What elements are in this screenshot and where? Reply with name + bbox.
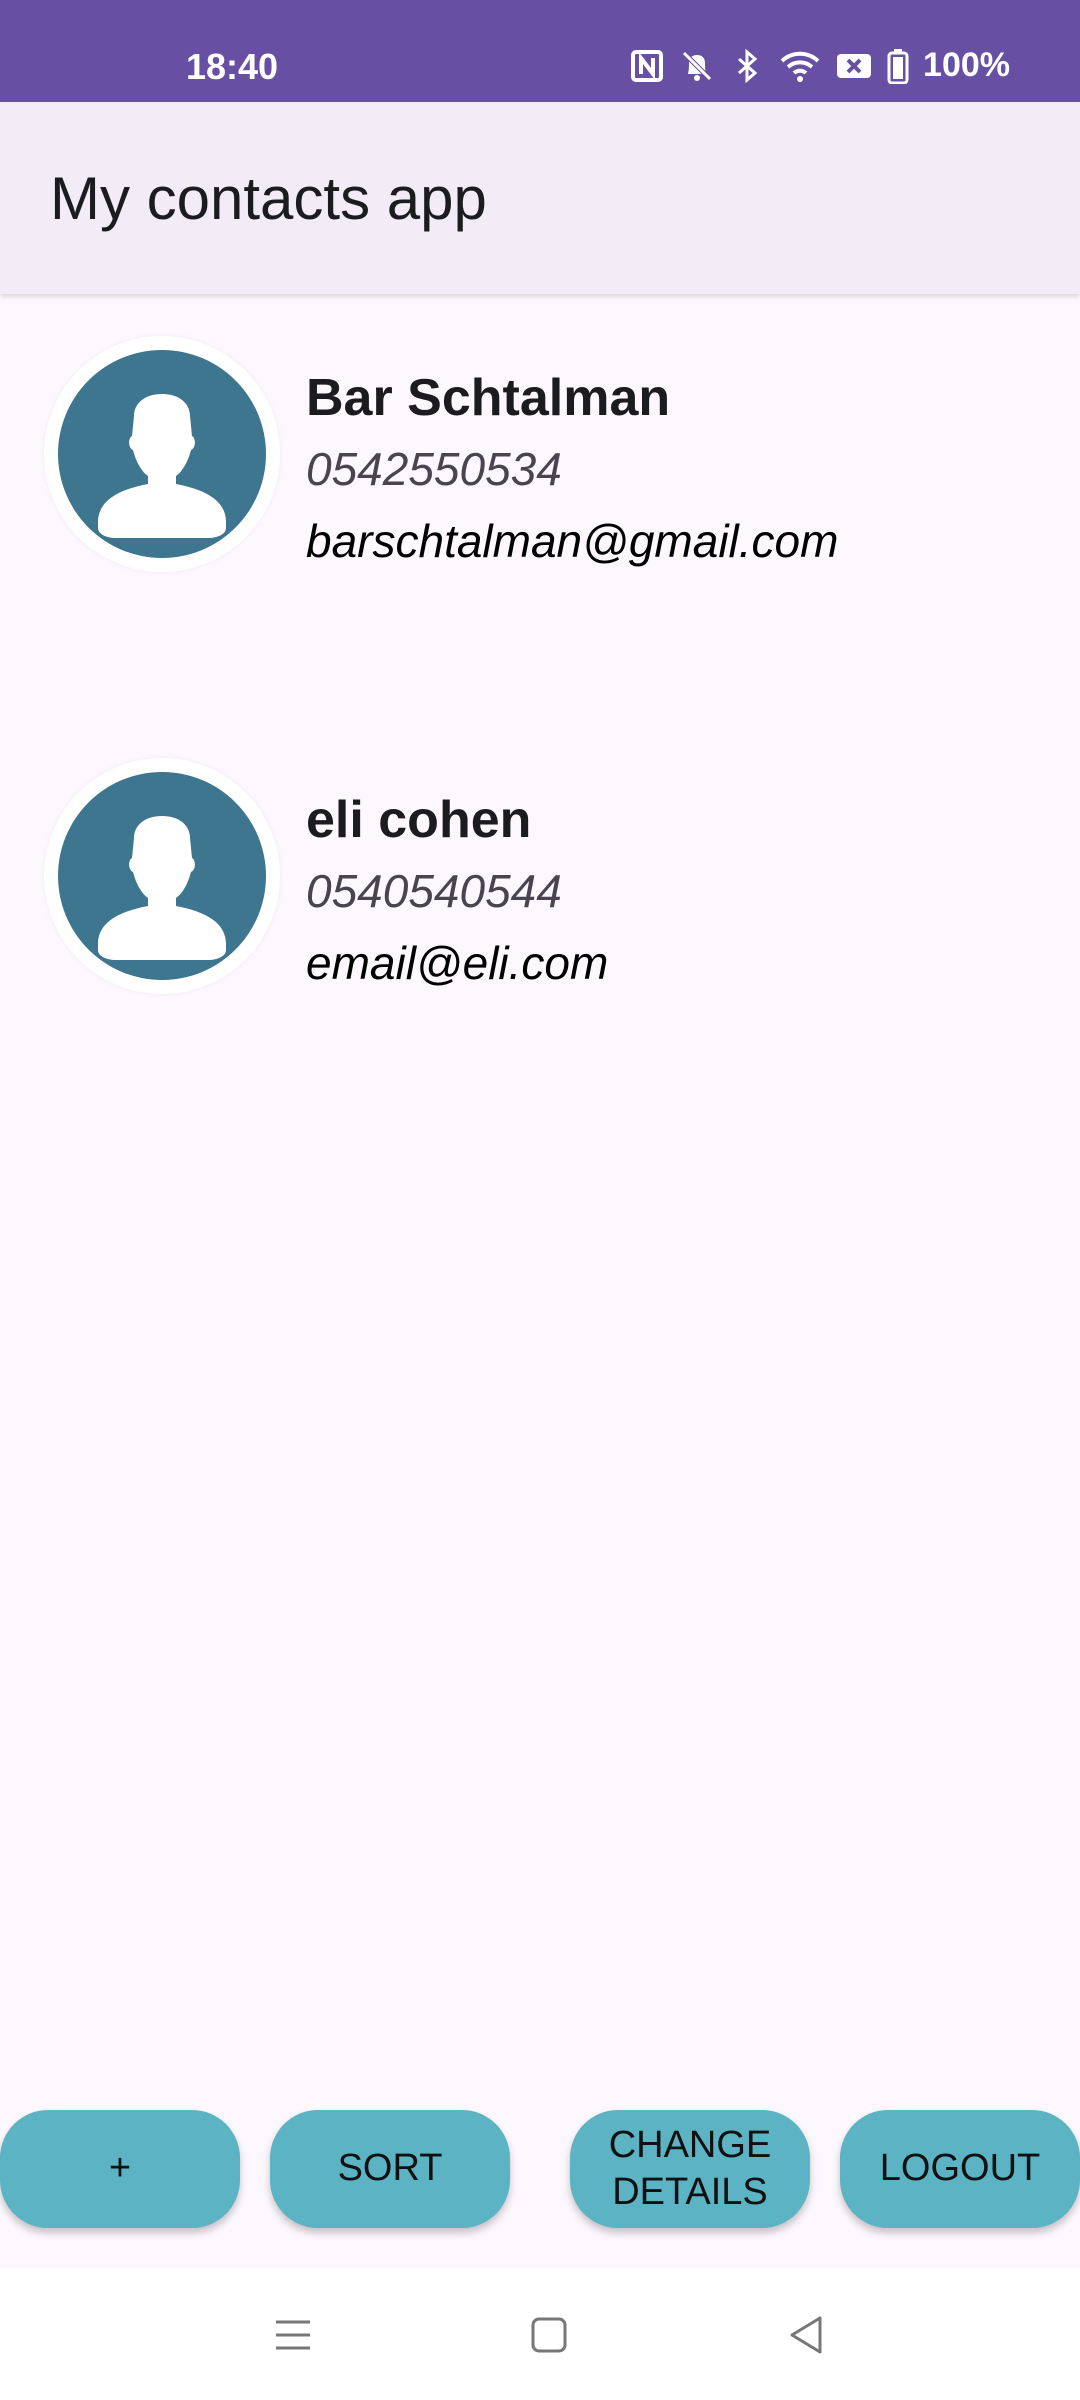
change-details-label-line1: CHANGE	[608, 2123, 772, 2166]
contact-phone: 0540540544	[306, 865, 562, 917]
home-icon[interactable]	[524, 2310, 574, 2360]
bell-off-icon	[679, 48, 715, 84]
menu-icon[interactable]	[268, 2310, 318, 2360]
sim-off-icon	[835, 48, 873, 84]
logout-button[interactable]: LOGOUT	[840, 2110, 1080, 2228]
avatar-circle	[58, 350, 266, 558]
battery-icon	[887, 48, 909, 84]
page-title: My contacts app	[50, 165, 487, 232]
navigation-bar	[0, 2268, 1080, 2400]
app-bar: My contacts app	[0, 102, 1080, 294]
status-icons: 100%	[629, 46, 1010, 85]
contact-email: email@eli.com	[306, 937, 609, 989]
contact-name: Bar Schtalman	[306, 369, 671, 427]
contact-phone: 0542550534	[306, 443, 562, 495]
contact-item[interactable]: eli cohen 0540540544 email@eli.com	[0, 758, 1080, 1058]
status-bar: 18:40 100%	[0, 0, 1080, 102]
avatar	[44, 758, 280, 994]
add-contact-button[interactable]: +	[0, 2110, 240, 2228]
avatar-circle	[58, 772, 266, 980]
battery-percent: 100%	[923, 46, 1010, 84]
change-details-button[interactable]: CHANGE DETAILS	[570, 2110, 810, 2228]
person-icon	[98, 394, 226, 538]
contact-email: barschtalman@gmail.com	[306, 515, 839, 567]
bluetooth-icon	[729, 48, 765, 84]
person-icon	[98, 816, 226, 960]
back-icon[interactable]	[782, 2310, 832, 2360]
avatar	[44, 336, 280, 572]
sort-button[interactable]: SORT	[270, 2110, 510, 2228]
change-details-label-line2: DETAILS	[612, 2171, 768, 2213]
nfc-icon	[629, 48, 665, 84]
contact-item[interactable]: Bar Schtalman 0542550534 barschtalman@gm…	[0, 336, 1080, 636]
wifi-icon	[779, 48, 821, 84]
contact-name: eli cohen	[306, 791, 532, 849]
status-time: 18:40	[186, 46, 279, 87]
